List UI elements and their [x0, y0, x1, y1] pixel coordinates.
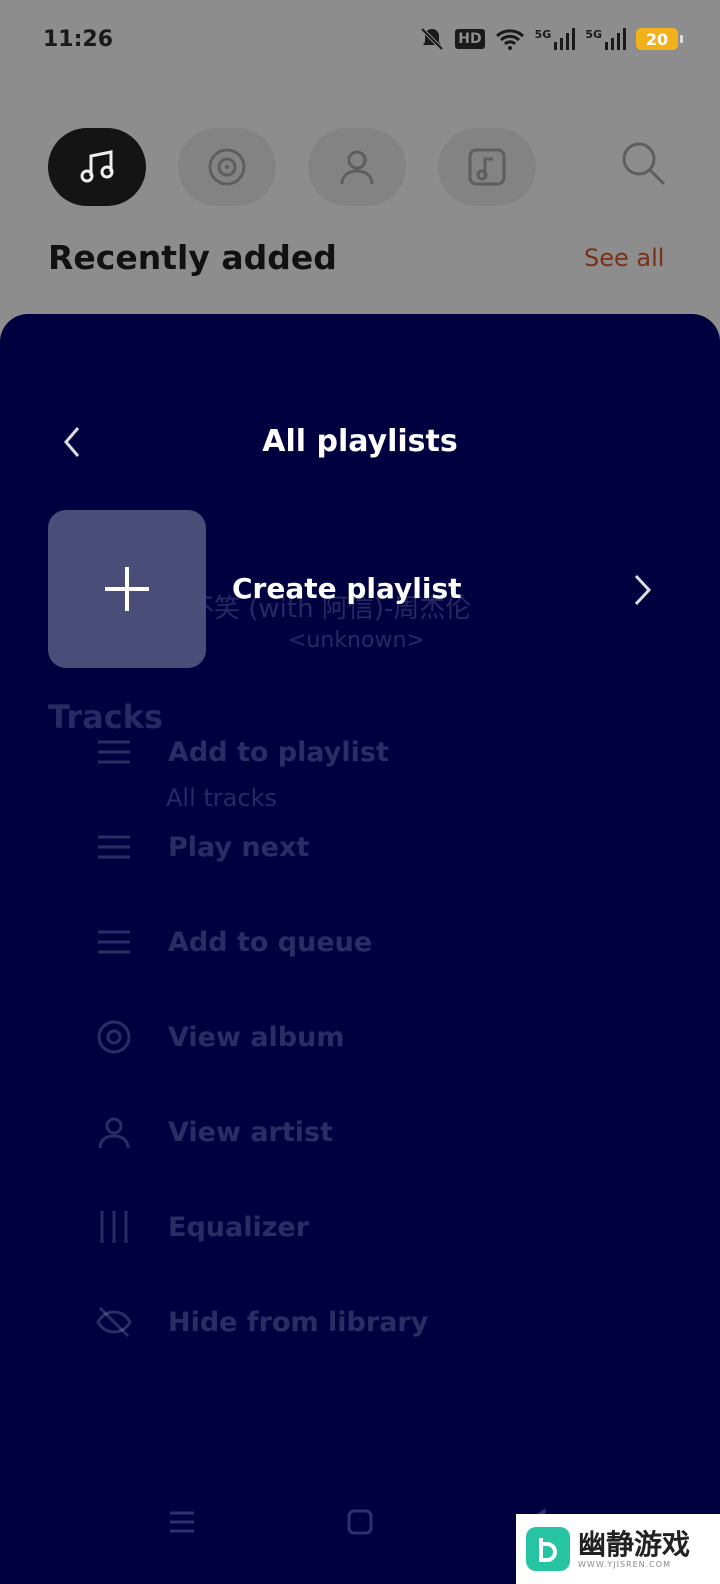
plus-icon — [105, 567, 149, 611]
status-time: 11:26 — [43, 27, 114, 52]
create-playlist-label: Create playlist — [232, 572, 462, 605]
5g-signal-icon: 5G — [535, 28, 576, 50]
see-all-link[interactable]: See all — [584, 244, 664, 272]
create-playlist-row[interactable]: Create playlist — [0, 510, 720, 670]
watermark-brand-icon — [526, 1527, 570, 1571]
queue-icon — [98, 930, 130, 954]
watermark-text: 幽静游戏 — [578, 1527, 691, 1561]
chevron-right-icon — [630, 570, 654, 614]
bell-muted-icon — [419, 26, 445, 52]
menu-item-view-artist[interactable]: View artist — [96, 1114, 333, 1150]
tab-songs[interactable] — [48, 128, 146, 206]
playlist-icon — [468, 148, 506, 186]
play-next-icon — [98, 835, 130, 859]
equalizer-icon — [100, 1211, 128, 1243]
create-playlist-tile — [48, 510, 206, 668]
menu-item-equalizer[interactable]: Equalizer — [96, 1209, 309, 1245]
section-title: Recently added — [48, 238, 337, 277]
menu-item-add-to-playlist[interactable]: Add to playlist — [96, 734, 389, 770]
faded-all-tracks: All tracks — [166, 784, 277, 812]
sheet-title: All playlists — [262, 424, 458, 459]
menu-item-add-to-queue[interactable]: Add to queue — [96, 924, 372, 960]
tab-albums[interactable] — [178, 128, 276, 206]
menu-button[interactable] — [168, 1508, 196, 1540]
artist-icon — [340, 150, 374, 185]
list-icon — [98, 740, 130, 764]
wifi-icon — [495, 27, 525, 51]
status-icons: HD 5G 5G 20 — [419, 26, 683, 52]
home-square-icon — [347, 1509, 373, 1535]
playlist-picker-sheet: 说好不笑 (with 阿信)-周杰伦 <unknown> Tracks All … — [0, 314, 720, 1584]
status-bar: 11:26 HD 5G 5G 20 — [0, 0, 720, 80]
home-button[interactable] — [346, 1508, 374, 1540]
album-disc-icon — [97, 1020, 131, 1054]
menu-item-hide-from-library[interactable]: Hide from library — [96, 1304, 428, 1340]
watermark-url: WWW.YJISREN.COM — [578, 1559, 671, 1569]
tab-artists[interactable] — [308, 128, 406, 206]
sheet-header: All playlists — [0, 414, 720, 474]
menu-item-play-next[interactable]: Play next — [96, 829, 309, 865]
library-nav-tabs — [48, 128, 536, 206]
menu-icon — [170, 1511, 194, 1533]
album-disc-icon — [208, 148, 246, 186]
search-icon — [622, 142, 666, 186]
artist-icon — [98, 1117, 130, 1149]
search-button[interactable] — [618, 138, 668, 192]
hd-icon: HD — [455, 29, 485, 49]
faded-tracks-heading: Tracks — [48, 698, 163, 736]
tab-playlists[interactable] — [438, 128, 536, 206]
music-note-icon — [80, 150, 114, 183]
5g-signal-icon: 5G — [585, 28, 626, 50]
eye-off-icon — [96, 1306, 132, 1338]
watermark-logo: 幽静游戏 WWW.YJISREN.COM — [516, 1514, 720, 1584]
battery-indicator: 20 — [636, 28, 683, 50]
menu-item-view-album[interactable]: View album — [96, 1019, 345, 1055]
